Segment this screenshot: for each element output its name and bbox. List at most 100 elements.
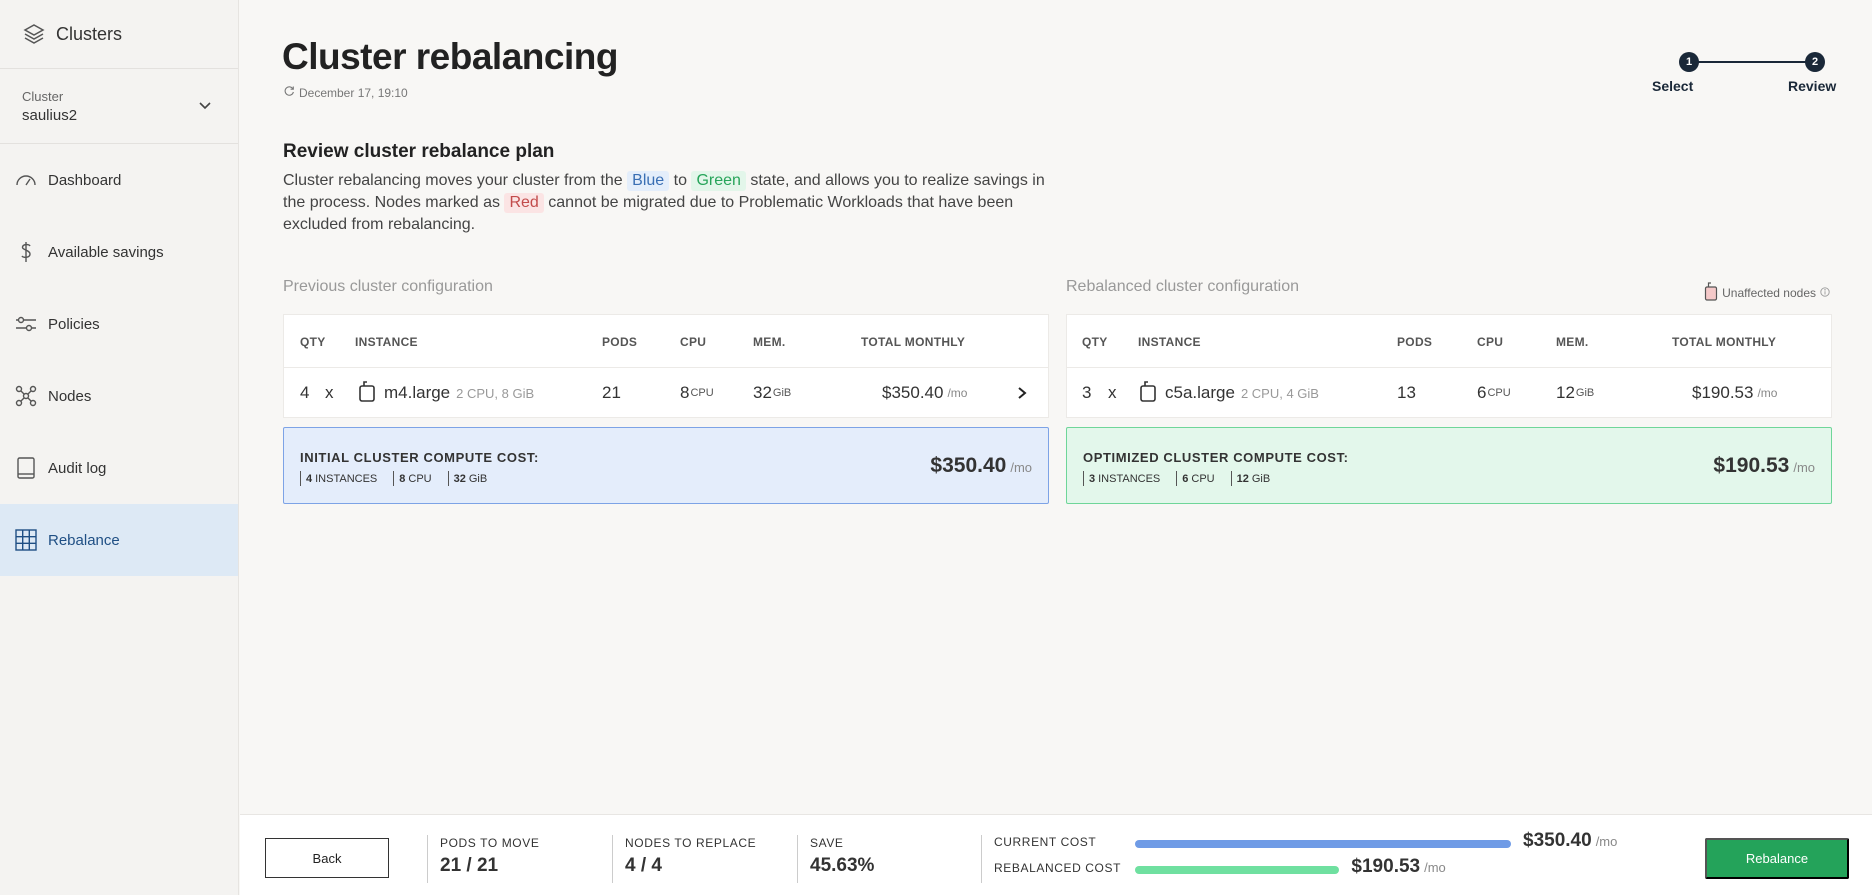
stat-cpu-label: CPU <box>1191 472 1215 485</box>
cost-stats: 4 INSTANCES 8 CPU 32 GiB <box>300 471 487 486</box>
monthly-unit: /mo <box>947 386 968 400</box>
stat-mem-value: 12 <box>1236 472 1249 485</box>
sidebar: Clusters Cluster saulius2 Dashboard Avai… <box>0 0 239 895</box>
sidebar-brand[interactable]: Clusters <box>0 0 238 69</box>
chevron-right-icon[interactable] <box>1016 368 1028 418</box>
col-cpu: CPU <box>680 335 707 349</box>
stat-cpu-value: 6 <box>1182 472 1189 485</box>
stat-mem: 12 GiB <box>1230 471 1270 486</box>
stat-instances-label: INSTANCES <box>315 472 378 485</box>
review-description: Cluster rebalancing moves your cluster f… <box>283 170 1063 236</box>
book-icon <box>14 456 38 480</box>
instance-spec: 2 CPU, 4 GiB <box>1240 385 1319 401</box>
sidebar-item-rebalance[interactable]: Rebalance <box>0 504 238 576</box>
row-pods: 13 <box>1397 383 1416 402</box>
cost-price-unit: /mo <box>1010 460 1032 475</box>
sidebar-item-label: Rebalance <box>48 531 120 549</box>
current-cost-bar <box>1135 840 1511 848</box>
col-total-monthly: TOTAL MONTHLY <box>861 335 966 349</box>
unaffected-node-icon <box>1704 281 1718 304</box>
col-qty: QTY <box>1082 335 1108 349</box>
page-date: December 17, 19:10 <box>283 85 408 100</box>
chevron-down-icon <box>198 98 212 117</box>
divider <box>427 835 428 883</box>
layers-icon <box>22 22 46 46</box>
rebalanced-cost-unit: /mo <box>1424 860 1446 875</box>
table-header: QTY INSTANCE PODS CPU MEM. TOTAL MONTHLY <box>1067 315 1831 368</box>
stat-instances: 3 INSTANCES <box>1083 471 1160 486</box>
bottom-action-bar: Back PODS TO MOVE 21 / 21 NODES TO REPLA… <box>240 814 1872 895</box>
optimized-cost-box: OPTIMIZED CLUSTER COMPUTE COST: 3 INSTANC… <box>1066 427 1832 504</box>
refresh-icon[interactable] <box>283 85 295 100</box>
pods-to-move-label: PODS TO MOVE <box>440 836 540 850</box>
cost-price-value: $350.40 <box>930 454 1007 477</box>
rebalanced-config-table: QTY INSTANCE PODS CPU MEM. TOTAL MONTHLY… <box>1066 314 1832 418</box>
col-instance: INSTANCE <box>355 335 418 349</box>
stat-mem: 32 GiB <box>447 471 487 486</box>
current-cost-value: $350.40/mo <box>1523 830 1617 852</box>
instance-name: m4.large <box>384 383 451 402</box>
sidebar-item-available-savings[interactable]: Available savings <box>0 216 238 288</box>
page-title: Cluster rebalancing <box>282 36 618 77</box>
monthly-value: $350.40 <box>882 383 944 402</box>
current-cost-amount: $350.40 <box>1523 830 1592 851</box>
stat-cpu: 6 CPU <box>1176 471 1215 486</box>
nodes-to-replace-value: 4 / 4 <box>625 855 662 876</box>
desc-text: Cluster rebalancing moves your cluster f… <box>283 172 623 189</box>
cpu-unit: CPU <box>1487 387 1511 399</box>
tag-green: Green <box>691 171 746 191</box>
sidebar-item-audit-log[interactable]: Audit log <box>0 432 238 504</box>
row-qty: 4 <box>300 383 310 402</box>
cost-title: OPTIMIZED CLUSTER COMPUTE COST: <box>1083 450 1349 465</box>
col-mem: MEM. <box>1556 335 1589 349</box>
row-monthly: $350.40/mo <box>882 368 967 418</box>
nodes-to-replace-label: NODES TO REPLACE <box>625 836 757 850</box>
desc-text: to <box>673 172 687 189</box>
step-1-label[interactable]: Select <box>1652 78 1693 94</box>
monthly-value: $190.53 <box>1692 383 1754 402</box>
col-instance: INSTANCE <box>1138 335 1201 349</box>
cluster-selector[interactable]: Cluster saulius2 <box>0 69 238 144</box>
nodes-to-replace: NODES TO REPLACE 4 / 4 <box>625 836 756 877</box>
instance-icon <box>1139 380 1157 407</box>
sidebar-item-nodes[interactable]: Nodes <box>0 360 238 432</box>
cluster-value: saulius2 <box>22 107 78 124</box>
section-title: Review cluster rebalance plan <box>283 141 555 162</box>
cost-stats: 3 INSTANCES 6 CPU 12 GiB <box>1083 471 1270 486</box>
current-cost-label: CURRENT COST <box>994 835 1097 849</box>
stat-cpu-value: 8 <box>399 472 406 485</box>
stepper-line <box>1695 61 1818 63</box>
sidebar-item-label: Policies <box>48 315 100 333</box>
col-pods: PODS <box>1397 335 1433 349</box>
stat-instances-value: 3 <box>1089 472 1096 485</box>
cost-price: $190.53/mo <box>1713 454 1815 478</box>
tag-blue: Blue <box>627 171 670 191</box>
stepper: 1 Select 2 Review <box>1652 50 1872 100</box>
dollar-icon <box>14 240 38 264</box>
table-row[interactable]: 4 x m4.large 2 CPU, 8 GiB 21 8 CPU 32 GiB … <box>284 368 1048 418</box>
row-instance: m4.large 2 CPU, 8 GiB <box>358 368 534 418</box>
brand-label: Clusters <box>56 23 123 44</box>
row-monthly: $190.53/mo <box>1692 368 1777 418</box>
stat-cpu: 8 CPU <box>393 471 432 486</box>
monthly-unit: /mo <box>1757 386 1778 400</box>
sidebar-item-dashboard[interactable]: Dashboard <box>0 144 238 216</box>
sliders-icon <box>14 312 38 336</box>
back-button[interactable]: Back <box>265 838 389 878</box>
mem-unit: GiB <box>1575 387 1595 399</box>
nodes-icon <box>14 384 38 408</box>
mem-unit: GiB <box>772 387 792 399</box>
step-1-dot[interactable]: 1 <box>1679 52 1699 72</box>
instance-name: c5a.large <box>1165 383 1235 402</box>
save-label: SAVE <box>810 836 844 850</box>
rebalance-button[interactable]: Rebalance <box>1705 838 1849 879</box>
divider <box>981 835 982 883</box>
step-2-label[interactable]: Review <box>1788 78 1836 94</box>
cost-price-unit: /mo <box>1793 460 1815 475</box>
sidebar-item-policies[interactable]: Policies <box>0 288 238 360</box>
cluster-label: Cluster <box>22 89 64 104</box>
instance-icon <box>358 380 376 407</box>
row-x: x <box>325 383 334 402</box>
info-icon[interactable] <box>1820 286 1830 300</box>
step-2-dot[interactable]: 2 <box>1805 52 1825 72</box>
